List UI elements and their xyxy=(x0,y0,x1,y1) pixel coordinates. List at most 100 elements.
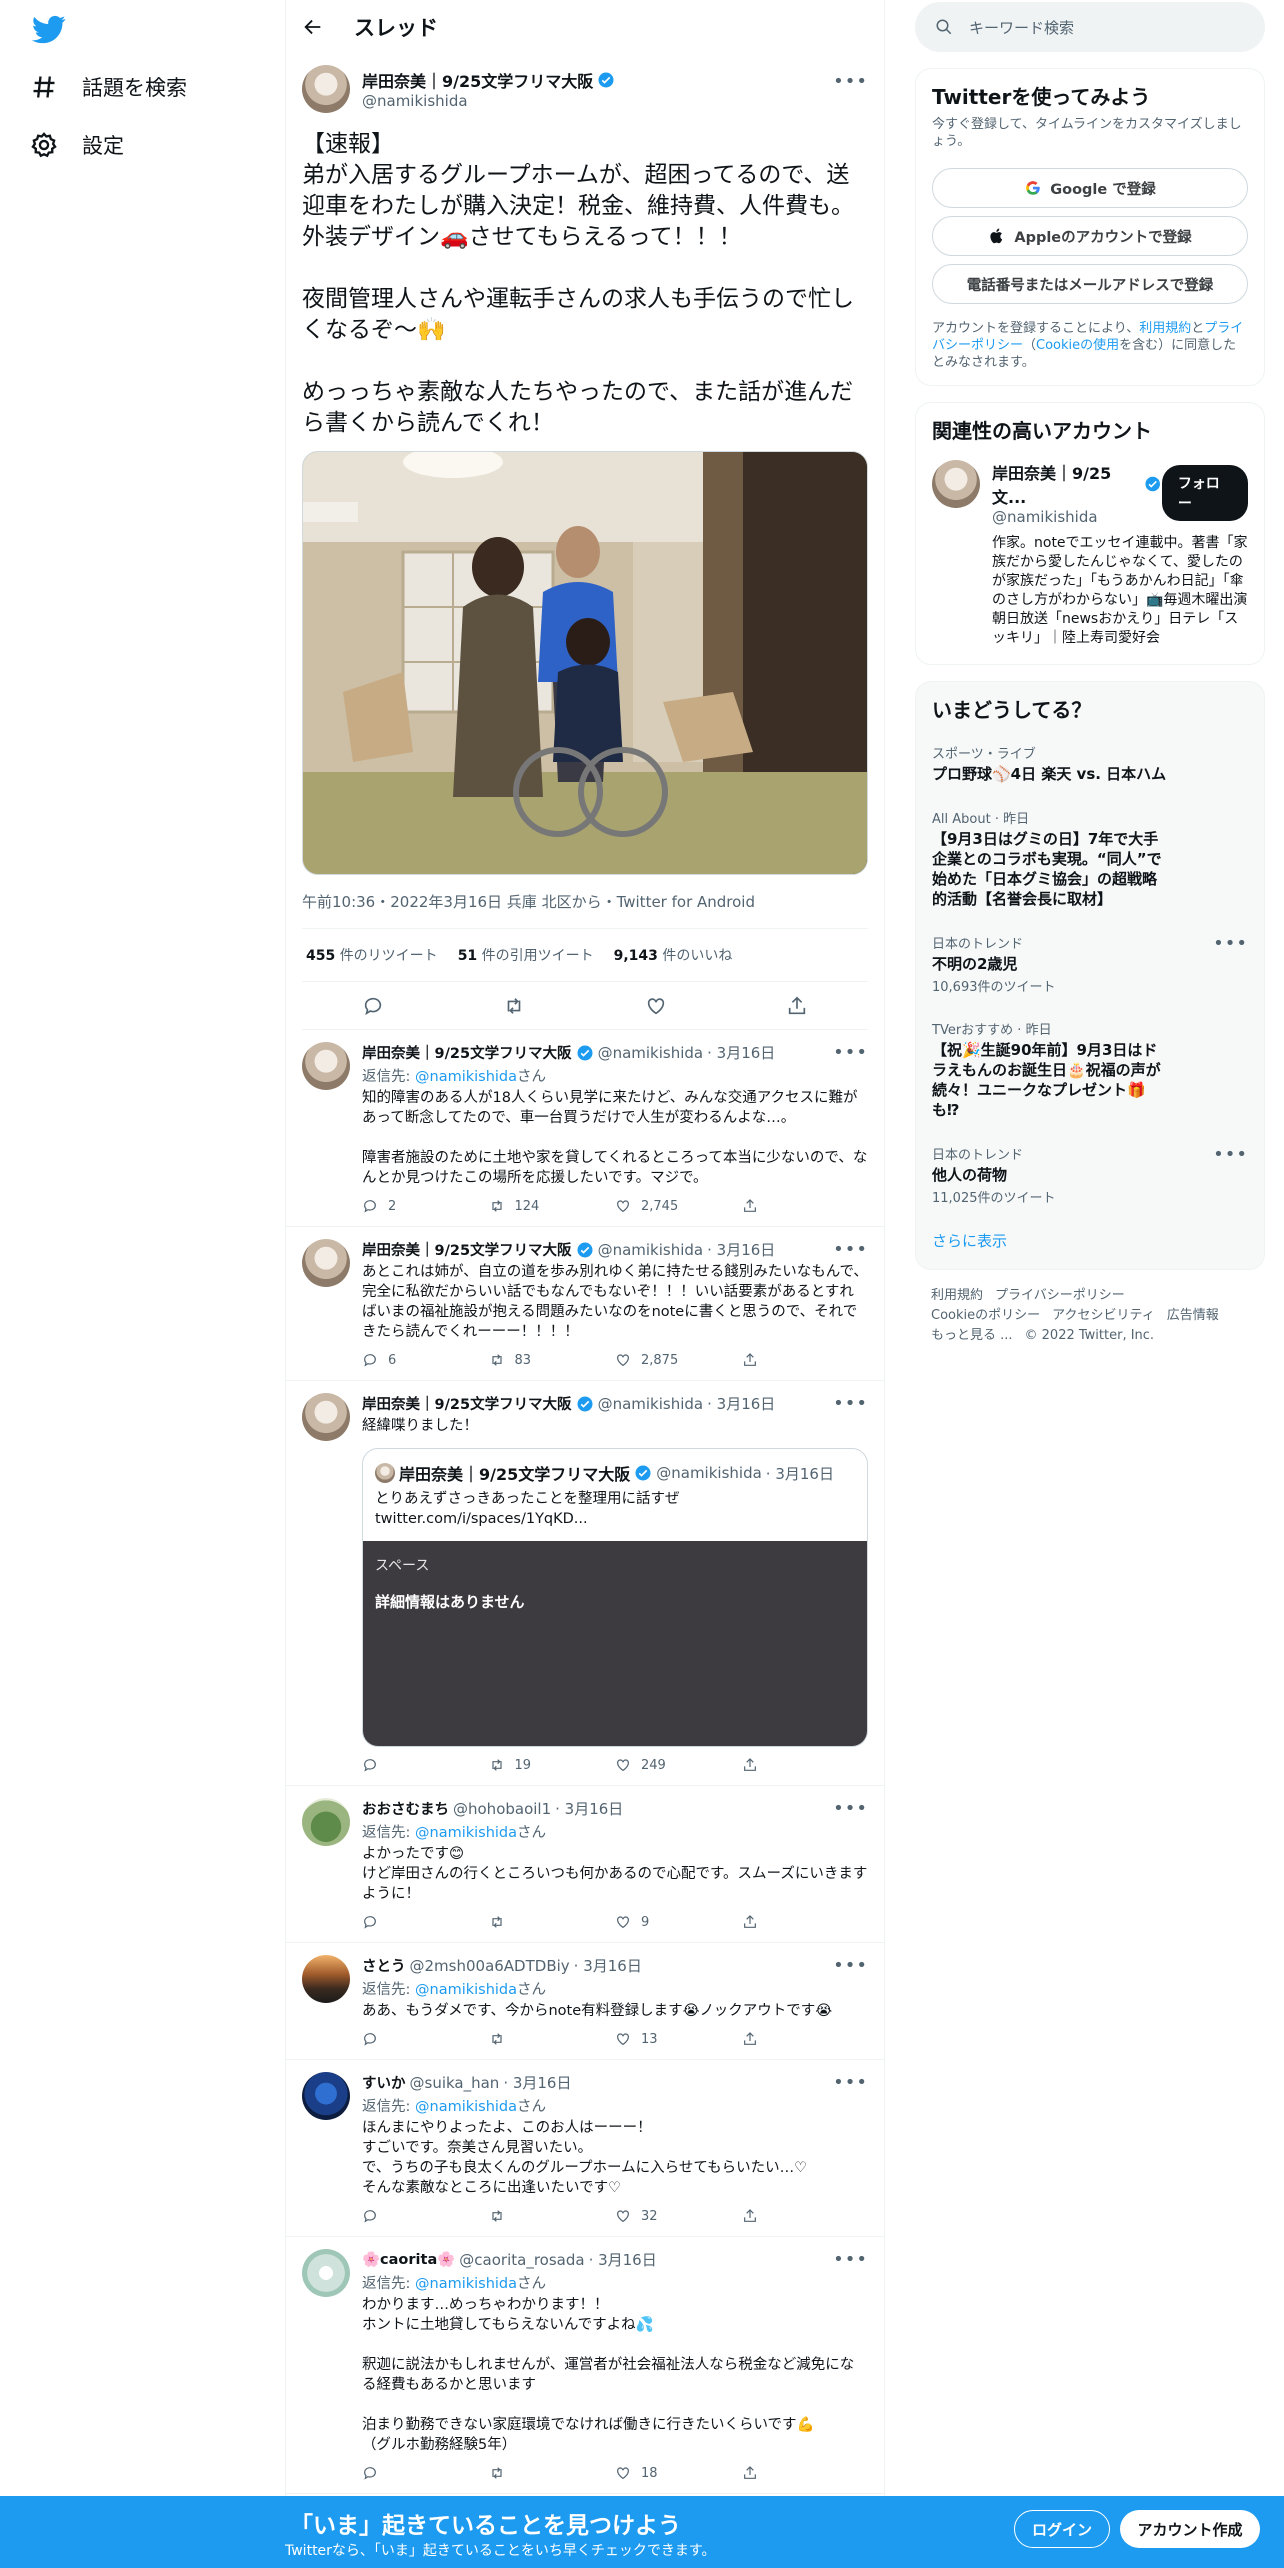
nav-settings[interactable]: 設定 xyxy=(30,120,124,170)
nav-explore[interactable]: 話題を検索 xyxy=(30,62,187,112)
quotes-stat[interactable]: 51 件の引用ツイート xyxy=(458,945,594,965)
tweet-date[interactable]: · 3月16日 xyxy=(707,1393,775,1414)
quoted-tweet[interactable]: 岸田奈美｜9/25文学フリマ大阪 @namikishida · 3月16日 とり… xyxy=(362,1448,868,1747)
author-name[interactable]: 🌸caorita🌸 xyxy=(362,2251,455,2268)
footer-cookie-link[interactable]: Cookieのポリシー xyxy=(931,1308,1040,1323)
more-options-icon[interactable]: ••• xyxy=(833,1955,868,1976)
avatar[interactable] xyxy=(302,1798,350,1846)
retweets-stat[interactable]: 455 件のリツイート xyxy=(306,945,438,965)
trend-item[interactable]: スポーツ・ライブ プロ野球⚾4日 楽天 vs. 日本ハム xyxy=(916,731,1264,796)
footer-terms-link[interactable]: 利用規約 xyxy=(931,1288,983,1303)
more-options-icon[interactable]: ••• xyxy=(833,2249,868,2270)
author-handle[interactable]: @caorita_rosada xyxy=(459,2251,584,2269)
more-options-icon[interactable]: ••• xyxy=(833,1042,868,1063)
avatar[interactable] xyxy=(932,460,980,508)
share-button[interactable] xyxy=(742,1198,869,1214)
retweet-button[interactable] xyxy=(489,2208,616,2224)
tweet-date[interactable]: · 3月16日 xyxy=(503,2072,571,2093)
reply-to-link[interactable]: @namikishida xyxy=(415,2276,517,2292)
footer-more-link[interactable]: もっと見る ... xyxy=(931,1328,1013,1343)
reply-tweet[interactable]: 岸田奈美｜9/25文学フリマ大阪 @namikishida · 3月16日 経緯… xyxy=(286,1381,884,1786)
share-button[interactable] xyxy=(742,1757,869,1773)
retweet-button[interactable] xyxy=(489,1914,616,1930)
like-button[interactable]: 2,745 xyxy=(615,1198,742,1214)
avatar[interactable] xyxy=(302,2072,350,2120)
author-handle[interactable]: @namikishida xyxy=(598,1241,704,1259)
reply-to-link[interactable]: @namikishida xyxy=(415,1982,517,1998)
author-handle[interactable]: @2msh00a6ADTDBiy xyxy=(410,1957,570,1975)
search-input[interactable]: キーワード検索 xyxy=(915,2,1265,52)
author-name[interactable]: 岸田奈美｜9/25文学フリマ大阪 xyxy=(362,1042,572,1063)
share-button[interactable] xyxy=(742,2031,869,2047)
author-name[interactable]: 岸田奈美｜9/25文学フリマ大阪 xyxy=(362,1239,572,1260)
tweet-photo[interactable] xyxy=(302,451,868,875)
reply-icon[interactable] xyxy=(362,995,384,1017)
more-options-icon[interactable]: ••• xyxy=(833,1798,868,1819)
reply-button[interactable]: 2 xyxy=(362,1198,489,1214)
like-button[interactable]: 249 xyxy=(615,1757,742,1773)
retweet-button[interactable]: 124 xyxy=(489,1198,616,1214)
twitter-logo-icon[interactable] xyxy=(32,12,66,46)
phone-email-signup-button[interactable]: 電話番号またはメールアドレスで登録 xyxy=(932,264,1248,304)
share-button[interactable] xyxy=(742,1352,869,1368)
space-card[interactable]: スペース 詳細情報はありません xyxy=(363,1541,867,1746)
trend-item[interactable]: TVerおすすめ · 昨日 【祝🎉生誕90年前】9月3日はドラえもんのお誕生日🎂… xyxy=(916,1007,1264,1132)
footer-accessibility-link[interactable]: アクセシビリティ xyxy=(1052,1308,1155,1323)
signup-button[interactable]: アカウント作成 xyxy=(1120,2510,1260,2548)
login-button[interactable]: ログイン xyxy=(1014,2510,1110,2548)
avatar[interactable] xyxy=(302,1393,350,1441)
avatar[interactable] xyxy=(302,2249,350,2297)
more-options-icon[interactable]: ••• xyxy=(833,71,868,92)
retweet-button[interactable]: 19 xyxy=(489,1757,616,1773)
reply-to-link[interactable]: @namikishida xyxy=(415,1825,517,1841)
author-handle[interactable]: @namikishida xyxy=(598,1044,704,1062)
retweet-button[interactable] xyxy=(489,2465,616,2481)
reply-to-link[interactable]: @namikishida xyxy=(415,2099,517,2115)
more-options-icon[interactable]: ••• xyxy=(833,2072,868,2093)
author-handle[interactable]: @namikishida xyxy=(598,1395,704,1413)
author-name[interactable]: 岸田奈美｜9/25文学フリマ大阪 xyxy=(362,1393,572,1414)
retweet-icon[interactable] xyxy=(503,995,525,1017)
author-handle[interactable]: @namikishida xyxy=(362,92,615,110)
author-name[interactable]: すいか xyxy=(362,2072,406,2093)
tweet-date[interactable]: · 3月16日 xyxy=(555,1798,623,1819)
reply-button[interactable] xyxy=(362,2031,489,2047)
apple-signup-button[interactable]: Appleのアカウントで登録 xyxy=(932,216,1248,256)
share-button[interactable] xyxy=(742,2465,869,2481)
reply-tweet[interactable]: 岸田奈美｜9/25文学フリマ大阪 @namikishida · 3月16日 あと… xyxy=(286,1227,884,1381)
like-button[interactable]: 2,875 xyxy=(615,1352,742,1368)
follow-button[interactable]: フォロー xyxy=(1161,465,1248,521)
trend-item[interactable]: 日本のトレンド 不明の2歳児 10,693件のツイート ••• xyxy=(916,921,1264,1007)
retweet-button[interactable]: 83 xyxy=(489,1352,616,1368)
author-name-row[interactable]: 岸田奈美｜9/25文学フリマ大阪 xyxy=(362,68,615,92)
like-button[interactable]: 13 xyxy=(615,2031,742,2047)
tweet-date[interactable]: · 3月16日 xyxy=(589,2249,657,2270)
more-options-icon[interactable]: ••• xyxy=(833,1393,868,1414)
tweet-date[interactable]: · 3月16日 xyxy=(574,1955,642,1976)
reply-button[interactable] xyxy=(362,2208,489,2224)
terms-link[interactable]: 利用規約 xyxy=(1139,321,1191,336)
show-more-link[interactable]: さらに表示 xyxy=(916,1218,1264,1269)
avatar[interactable] xyxy=(302,1239,350,1287)
like-icon[interactable] xyxy=(645,995,667,1017)
avatar[interactable] xyxy=(302,1042,350,1090)
footer-privacy-link[interactable]: プライバシーポリシー xyxy=(995,1288,1125,1303)
cookie-link[interactable]: Cookieの使用 xyxy=(1036,338,1119,353)
like-button[interactable]: 9 xyxy=(615,1914,742,1930)
reply-tweet[interactable]: 🌸caorita🌸 @caorita_rosada · 3月16日 返信先: @… xyxy=(286,2237,884,2494)
reply-tweet[interactable]: すいか @suika_han · 3月16日 返信先: @namikishida… xyxy=(286,2060,884,2237)
author-name[interactable]: さとう xyxy=(362,1955,406,1976)
reply-tweet[interactable]: さとう @2msh00a6ADTDBiy · 3月16日 返信先: @namik… xyxy=(286,1943,884,2060)
reply-tweet[interactable]: 岸田奈美｜9/25文学フリマ大阪 @namikishida · 3月16日 返信… xyxy=(286,1030,884,1227)
reply-button[interactable] xyxy=(362,1914,489,1930)
related-account[interactable]: 岸田奈美｜9/25文... @namikishida フォロー 作家。noteで… xyxy=(916,444,1264,664)
reply-button[interactable]: 6 xyxy=(362,1352,489,1368)
more-options-icon[interactable]: ••• xyxy=(1213,1144,1248,1165)
share-button[interactable] xyxy=(742,1914,869,1930)
author-handle[interactable]: @hohobaoil1 xyxy=(453,1800,551,1818)
footer-ads-link[interactable]: 広告情報 xyxy=(1167,1308,1219,1323)
author-handle[interactable]: @suika_han xyxy=(410,2074,500,2092)
related-handle[interactable]: @namikishida xyxy=(992,508,1162,526)
like-button[interactable]: 18 xyxy=(615,2465,742,2481)
avatar[interactable] xyxy=(302,1955,350,2003)
